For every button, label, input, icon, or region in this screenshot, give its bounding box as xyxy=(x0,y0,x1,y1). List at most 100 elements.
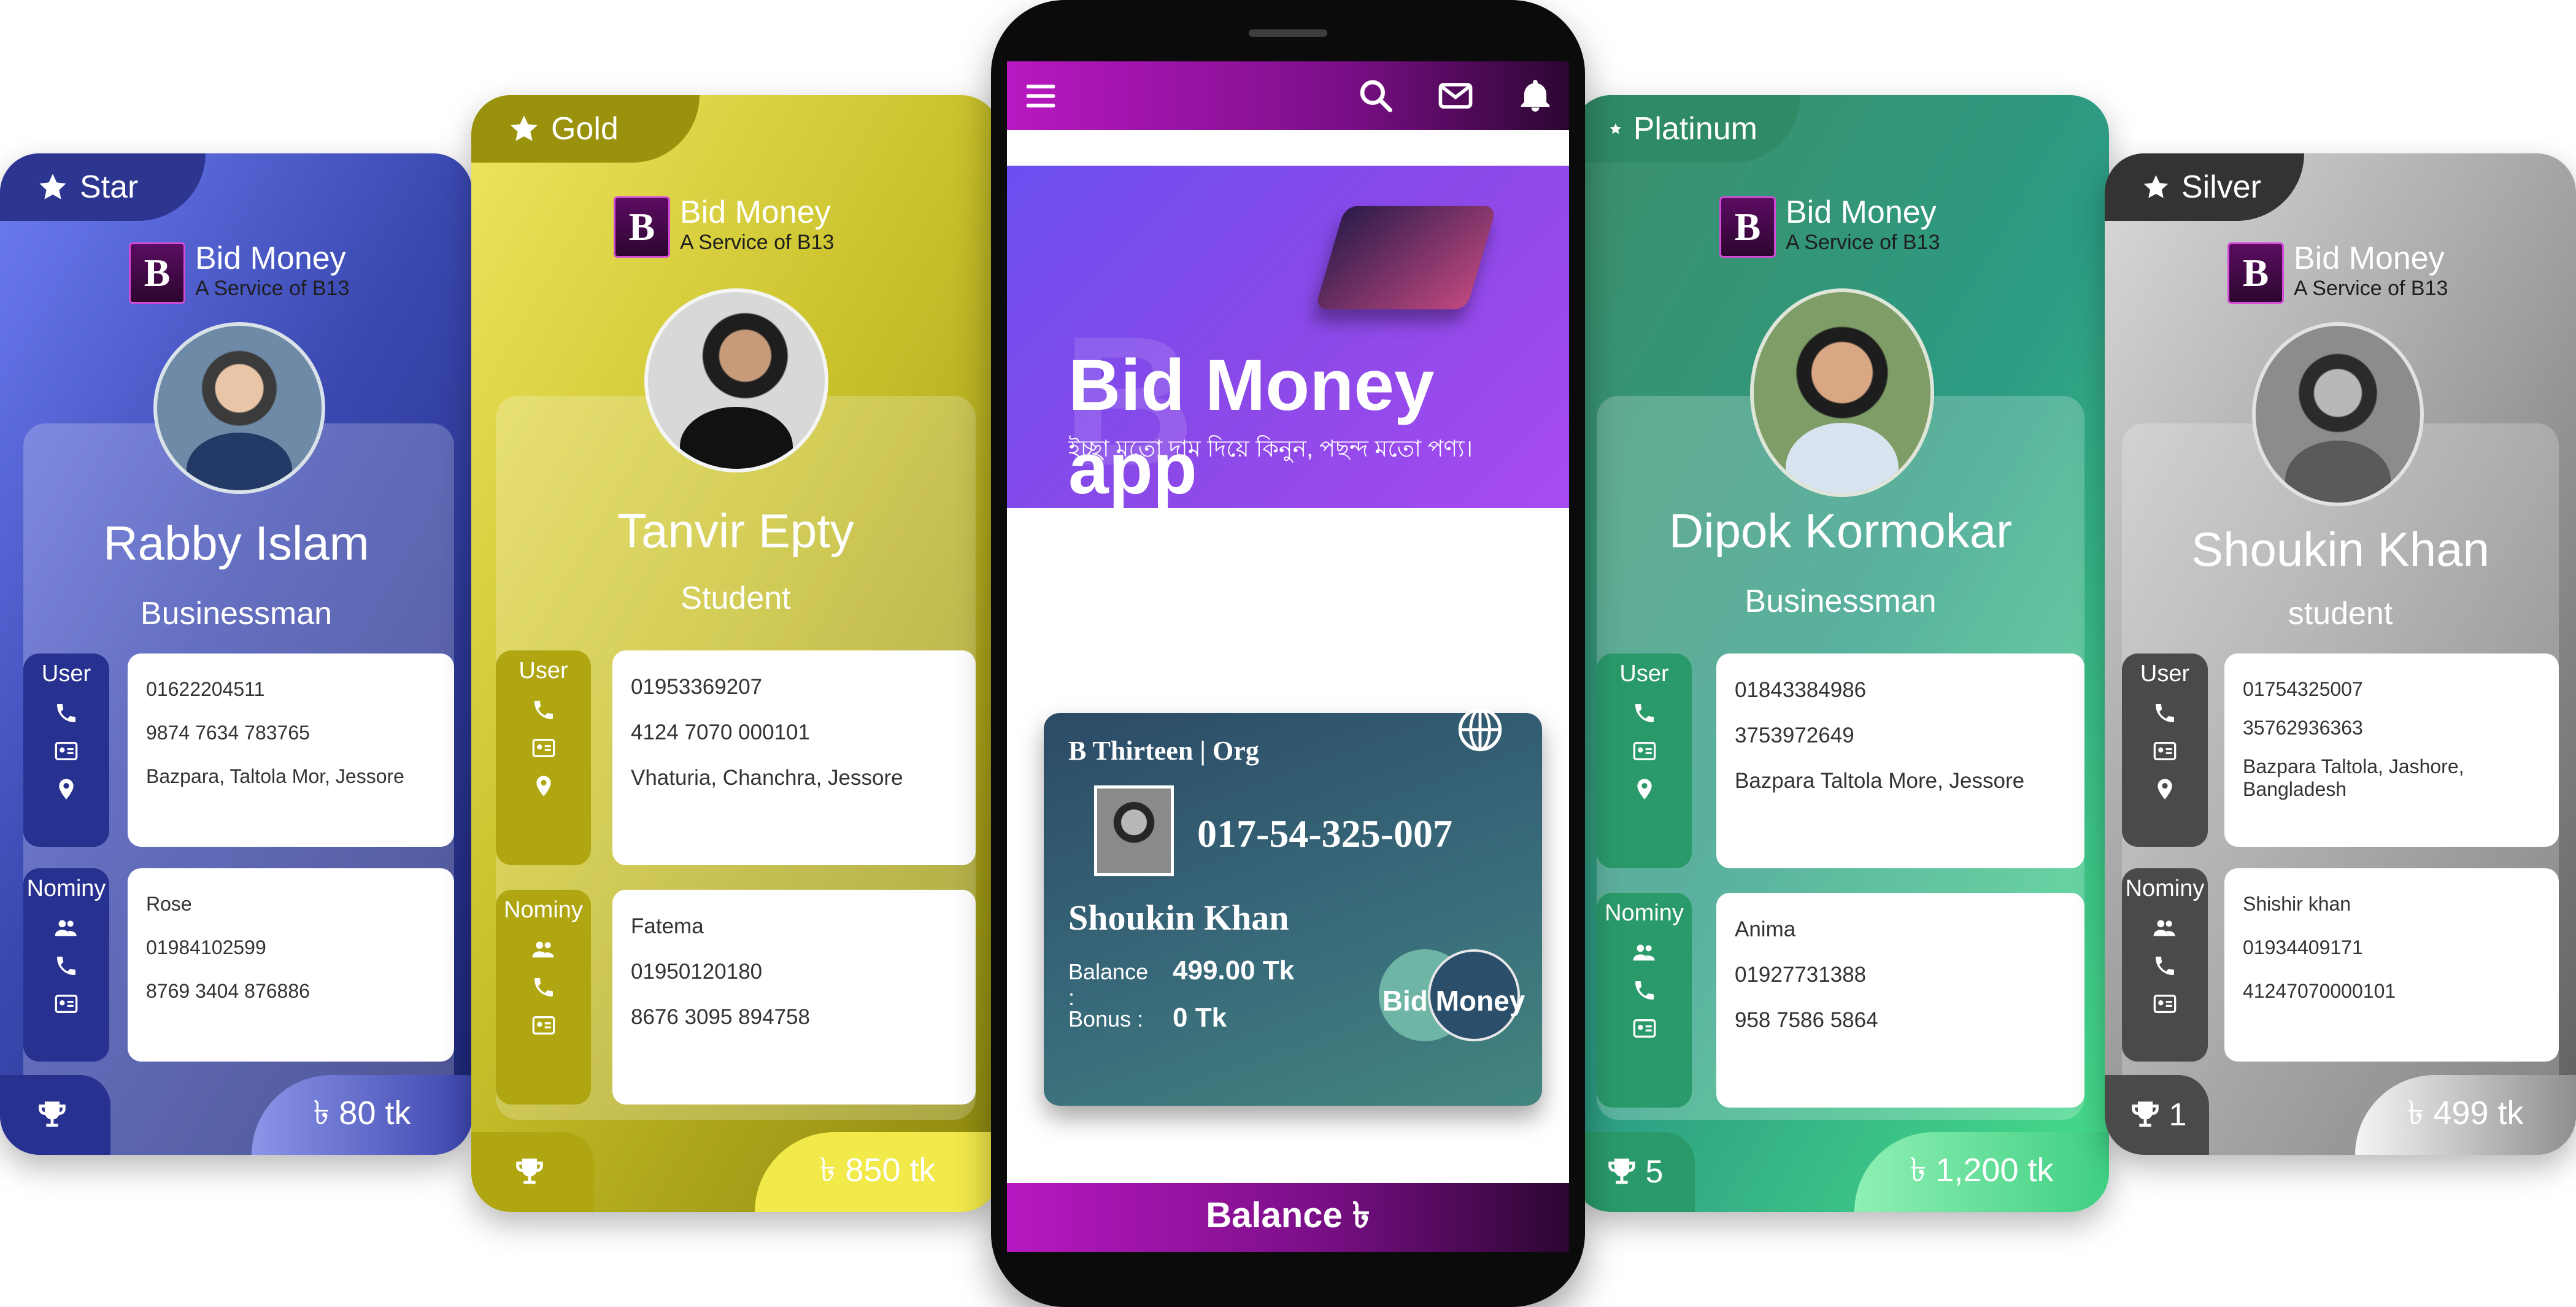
brand: B Bid Money A Service of B13 xyxy=(129,242,349,304)
search-icon[interactable] xyxy=(1357,77,1395,115)
brand-sub: A Service of B13 xyxy=(195,277,350,301)
trophy-badge[interactable]: 5 xyxy=(1572,1132,1695,1212)
id-photo xyxy=(1094,785,1174,876)
person-role: student xyxy=(2288,596,2393,631)
tier-label: Gold xyxy=(551,111,619,147)
bid-money-logo: Bid Money xyxy=(1379,946,1526,1044)
nid-number: 4124 7070 000101 xyxy=(631,720,810,744)
nominy-sidebar: Nominy xyxy=(23,868,109,1062)
nominy-phone: 01950120180 xyxy=(631,960,763,984)
users-icon xyxy=(2153,920,2175,936)
nominy-phone: 01934409171 xyxy=(2243,936,2363,958)
phone-icon xyxy=(534,978,553,997)
nominy-sidebar: Nominy xyxy=(2122,868,2208,1062)
member-card-star[interactable]: Star B Bid Money A Service of B13 Rabby … xyxy=(0,153,472,1155)
users-icon xyxy=(1633,944,1655,961)
bell-icon[interactable] xyxy=(1516,77,1554,115)
promo-banner[interactable]: B Bid Money app ইচ্ছা মতো দাম দিয়ে কিনু… xyxy=(1007,166,1569,508)
user-label: User xyxy=(41,661,91,687)
nominy-phone: 01984102599 xyxy=(146,936,266,958)
trophy-icon xyxy=(2131,1101,2159,1127)
member-card-silver[interactable]: Silver B Bid Money A Service of B13 Shou… xyxy=(2105,153,2576,1155)
nominy-info-box: Anima 01927731388 958 7586 5864 xyxy=(1716,893,2084,1108)
phone-speaker xyxy=(1249,29,1327,37)
avatar xyxy=(153,322,325,494)
phone-number: 01622204511 xyxy=(146,678,265,700)
user-label: User xyxy=(2140,661,2190,687)
bonus-label: Bonus : xyxy=(1068,1006,1144,1031)
member-card-platinum[interactable]: Platinum B Bid Money A Service of B13 Di… xyxy=(1572,95,2109,1212)
bonus-row: Bonus : 0 Tk xyxy=(1068,1003,1227,1033)
bonus-value: 0 Tk xyxy=(1173,1003,1227,1033)
nominy-name: Anima xyxy=(1735,917,1796,941)
nominy-label: Nominy xyxy=(504,897,583,923)
menu-icon[interactable] xyxy=(1022,77,1060,115)
nominy-sidebar: Nominy xyxy=(496,890,591,1105)
user-sidebar: User xyxy=(23,654,109,847)
user-info-box: 01953369207 4124 7070 000101 Vhaturia, C… xyxy=(612,650,976,865)
nominy-label: Nominy xyxy=(2125,876,2205,901)
phone-icon xyxy=(2156,957,2174,975)
trophy-icon xyxy=(1608,1159,1635,1184)
member-id-card[interactable]: B Thirteen | Org 017-54-325-007 Shoukin … xyxy=(1044,707,1542,1106)
brand-sub: A Service of B13 xyxy=(1786,231,1940,255)
user-label: User xyxy=(519,658,568,684)
location-icon xyxy=(1637,779,1652,800)
phone-icon xyxy=(534,701,553,719)
users-icon xyxy=(532,941,554,958)
tier-badge: Platinum xyxy=(1572,95,1800,163)
nominy-label: Nominy xyxy=(1605,900,1684,926)
globe-icon xyxy=(1458,707,1502,752)
brand-sub: A Service of B13 xyxy=(680,231,835,255)
phone-icon xyxy=(2156,704,2174,722)
nid-number: 3753972649 xyxy=(1735,723,1854,747)
phone-icon xyxy=(1635,704,1654,722)
amount-badge: ৳ 1,200 tk xyxy=(1854,1132,2109,1212)
avatar xyxy=(644,288,828,472)
nominy-nid: 41247070000101 xyxy=(2243,980,2396,1002)
app-header xyxy=(1007,61,1569,130)
id-card-icon xyxy=(1633,1019,1656,1038)
person-name: Dipok Kormokar xyxy=(1668,504,2013,558)
trophy-badge[interactable]: 1 xyxy=(2105,1075,2209,1155)
banner-title: Bid Money app xyxy=(1068,345,1435,508)
user-sidebar: User xyxy=(496,650,591,865)
id-card-icon xyxy=(1633,742,1656,760)
nominy-name: Shishir khan xyxy=(2243,893,2351,915)
nominy-info-box: Fatema 01950120180 8676 3095 894758 xyxy=(612,890,976,1105)
tier-badge: Star xyxy=(0,153,206,221)
balance-value: 499.00 Tk xyxy=(1173,955,1295,985)
nominy-info-box: Shishir khan 01934409171 41247070000101 xyxy=(2224,868,2559,1062)
brand: B Bid Money A Service of B13 xyxy=(1719,196,1940,258)
location-icon xyxy=(536,776,551,796)
tier-label: Silver xyxy=(2181,169,2261,205)
id-card-icon xyxy=(55,995,78,1013)
trophy-count: 1 xyxy=(2169,1097,2187,1133)
avatar xyxy=(2252,322,2424,506)
address: Vhaturia, Chanchra, Jessore xyxy=(631,766,903,790)
brand: B Bid Money A Service of B13 xyxy=(614,196,834,258)
nominy-nid: 958 7586 5864 xyxy=(1735,1008,1878,1032)
phone-icon xyxy=(57,704,75,722)
brand-sub: A Service of B13 xyxy=(2294,277,2448,301)
nominy-info-box: Rose 01984102599 8769 3404 876886 xyxy=(128,868,454,1062)
trophy-badge[interactable] xyxy=(0,1075,110,1155)
nominy-phone: 01927731388 xyxy=(1735,963,1867,987)
trophy-badge[interactable] xyxy=(471,1132,594,1212)
tier-label: Star xyxy=(80,169,139,205)
amount: ৳ 499 tk xyxy=(2407,1095,2524,1132)
nid-number: 9874 7634 783765 xyxy=(146,722,310,744)
location-icon xyxy=(59,779,74,800)
balance-button[interactable]: Balance ৳ xyxy=(1007,1183,1569,1252)
amount: ৳ 850 tk xyxy=(819,1152,936,1189)
mail-icon[interactable] xyxy=(1436,77,1475,115)
member-card-gold[interactable]: Gold B Bid Money A Service of B13 Tanvir… xyxy=(471,95,1000,1212)
brand-logo: B xyxy=(129,242,185,304)
brand-logo: B xyxy=(2227,242,2284,304)
location-icon xyxy=(2158,779,2172,800)
person-name: Shoukin Khan xyxy=(2191,522,2489,576)
person-name: Tanvir Epty xyxy=(617,504,854,558)
nominy-name: Fatema xyxy=(631,914,704,938)
user-sidebar: User xyxy=(1597,654,1692,868)
id-holder-name: Shoukin Khan xyxy=(1068,898,1289,938)
